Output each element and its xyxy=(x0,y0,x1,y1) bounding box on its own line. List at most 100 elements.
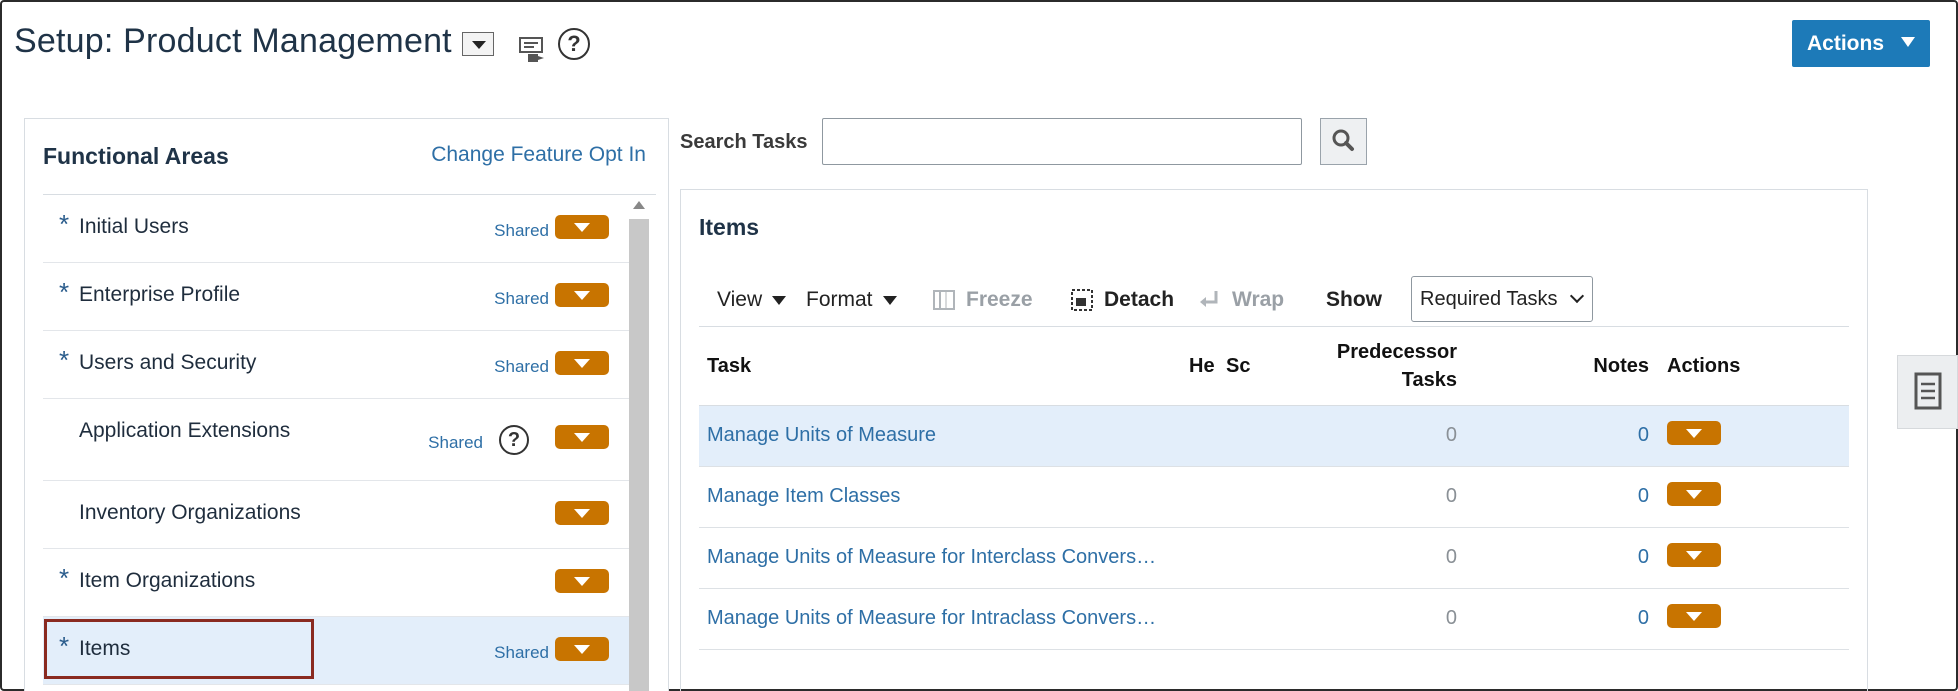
table-row[interactable]: Manage Item Classes 0 0 xyxy=(699,467,1849,528)
wrap-button[interactable]: Wrap xyxy=(1198,274,1284,326)
items-panel-title: Items xyxy=(699,214,760,240)
title-dropdown-button[interactable] xyxy=(462,32,494,56)
functional-area-initial-users[interactable]: * Initial Users Shared xyxy=(43,195,629,263)
shared-status[interactable]: Shared xyxy=(428,433,483,453)
functional-areas-list: * Initial Users Shared * Enterprise Prof… xyxy=(43,195,629,685)
format-menu-label: Format xyxy=(806,288,873,311)
change-feature-opt-in-link[interactable]: Change Feature Opt In xyxy=(431,143,646,167)
row-actions-dropdown-button[interactable] xyxy=(555,351,609,375)
functional-areas-title: Functional Areas xyxy=(43,143,229,169)
column-header-notes[interactable]: Notes xyxy=(1593,355,1649,378)
caret-down-icon xyxy=(1901,37,1915,47)
functional-area-inventory-organizations[interactable]: Inventory Organizations xyxy=(43,481,629,549)
shared-status[interactable]: Shared xyxy=(494,357,549,377)
items-panel: Items View Format Freeze Detach Wrap Sho… xyxy=(680,189,1868,691)
functional-area-label[interactable]: Item Organizations xyxy=(79,569,255,593)
search-tasks-input[interactable] xyxy=(822,118,1302,165)
show-tasks-value: Required Tasks xyxy=(1420,287,1558,310)
row-actions-dropdown-button[interactable] xyxy=(1667,543,1721,567)
functional-area-label[interactable]: Users and Security xyxy=(79,351,256,375)
wrap-icon xyxy=(1200,291,1218,307)
document-icon xyxy=(1914,372,1942,410)
freeze-icon xyxy=(933,290,955,310)
format-menu[interactable]: Format xyxy=(806,274,897,326)
table-row[interactable]: Manage Units of Measure 0 0 xyxy=(699,406,1849,467)
view-menu[interactable]: View xyxy=(717,274,787,326)
shared-status[interactable]: Shared xyxy=(494,643,549,663)
functional-area-users-and-security[interactable]: * Users and Security Shared xyxy=(43,331,629,399)
table-row[interactable]: Manage Units of Measure for Intraclass C… xyxy=(699,589,1849,650)
functional-area-label[interactable]: Inventory Organizations xyxy=(79,501,301,525)
predecessor-count: 0 xyxy=(1445,607,1457,629)
required-marker: * xyxy=(59,209,70,239)
vertical-scrollbar[interactable] xyxy=(629,199,649,691)
column-header-actions: Actions xyxy=(1667,355,1741,377)
functional-area-label[interactable]: Enterprise Profile xyxy=(79,283,240,307)
column-header-predecessor[interactable]: Predecessor xyxy=(1337,341,1457,364)
search-button[interactable] xyxy=(1320,118,1367,165)
functional-area-label[interactable]: Initial Users xyxy=(79,215,189,239)
functional-areas-panel: Functional Areas Change Feature Opt In *… xyxy=(24,118,669,691)
freeze-button[interactable]: Freeze xyxy=(932,274,1033,326)
task-link[interactable]: Manage Units of Measure xyxy=(707,424,936,447)
task-link[interactable]: Manage Units of Measure for Interclass C… xyxy=(707,546,1156,569)
row-actions-dropdown-button[interactable] xyxy=(555,569,609,593)
predecessor-count: 0 xyxy=(1445,485,1457,507)
detach-label: Detach xyxy=(1104,288,1175,311)
row-actions-dropdown-button[interactable] xyxy=(555,637,609,661)
notes-count-link[interactable]: 0 xyxy=(1638,424,1649,447)
row-actions-dropdown-button[interactable] xyxy=(555,283,609,307)
scroll-up-icon[interactable] xyxy=(633,201,645,209)
column-header-sc[interactable]: Sc xyxy=(1226,355,1252,378)
column-header-task[interactable]: Task xyxy=(707,355,751,378)
shared-status[interactable]: Shared xyxy=(494,221,549,241)
help-icon[interactable]: ? xyxy=(558,28,590,60)
functional-area-enterprise-profile[interactable]: * Enterprise Profile Shared xyxy=(43,263,629,331)
actions-menu-label: Actions xyxy=(1807,31,1885,55)
column-header-predecessor-tasks: Tasks xyxy=(1401,369,1457,391)
functional-area-application-extensions[interactable]: Application Extensions Shared ? xyxy=(43,399,629,481)
notes-count-link[interactable]: 0 xyxy=(1638,546,1649,569)
notes-count-link[interactable]: 0 xyxy=(1638,485,1649,508)
shared-status[interactable]: Shared xyxy=(494,289,549,309)
task-list-icon[interactable] xyxy=(518,34,548,64)
scrollbar-thumb[interactable] xyxy=(629,219,649,691)
task-link[interactable]: Manage Units of Measure for Intraclass C… xyxy=(707,607,1156,630)
view-menu-label: View xyxy=(717,288,763,311)
row-actions-dropdown-button[interactable] xyxy=(1667,604,1721,628)
detach-button[interactable]: Detach xyxy=(1070,274,1174,326)
required-marker: * xyxy=(59,345,70,375)
actions-menu-button[interactable]: Actions xyxy=(1792,20,1930,67)
highlight-box xyxy=(44,619,314,679)
chevron-down-icon xyxy=(1569,288,1585,304)
predecessor-count: 0 xyxy=(1445,546,1457,568)
tasks-table: Task He Sc Predecessor Tasks Notes Actio… xyxy=(699,326,1849,650)
side-panel-tab[interactable] xyxy=(1897,355,1958,429)
row-actions-dropdown-button[interactable] xyxy=(555,425,609,449)
page-title: Setup: Product Management xyxy=(14,22,452,60)
wrap-label: Wrap xyxy=(1232,288,1285,311)
functional-area-item-organizations[interactable]: * Item Organizations xyxy=(43,549,629,617)
functional-area-label[interactable]: Application Extensions xyxy=(79,419,290,443)
column-header-he[interactable]: He xyxy=(1189,355,1215,378)
row-actions-dropdown-button[interactable] xyxy=(555,215,609,239)
required-marker: * xyxy=(59,563,70,593)
row-actions-dropdown-button[interactable] xyxy=(1667,421,1721,445)
show-tasks-select[interactable]: Required Tasks xyxy=(1411,276,1593,322)
row-actions-dropdown-button[interactable] xyxy=(555,501,609,525)
notes-count-link[interactable]: 0 xyxy=(1638,607,1649,630)
help-icon[interactable]: ? xyxy=(499,425,529,455)
table-toolbar: View Format Freeze Detach Wrap Show Requ… xyxy=(699,274,1849,326)
table-row[interactable]: Manage Units of Measure for Interclass C… xyxy=(699,528,1849,589)
search-tasks-label: Search Tasks xyxy=(680,131,808,153)
caret-down-icon xyxy=(882,295,897,305)
freeze-label: Freeze xyxy=(966,288,1033,311)
table-header: Task He Sc Predecessor Tasks Notes Actio… xyxy=(699,326,1849,406)
show-label: Show xyxy=(1326,288,1382,311)
caret-down-icon xyxy=(772,295,787,305)
task-link[interactable]: Manage Item Classes xyxy=(707,485,900,508)
row-actions-dropdown-button[interactable] xyxy=(1667,482,1721,506)
required-marker: * xyxy=(59,277,70,307)
search-icon xyxy=(1332,129,1354,151)
detach-icon xyxy=(1071,289,1093,311)
